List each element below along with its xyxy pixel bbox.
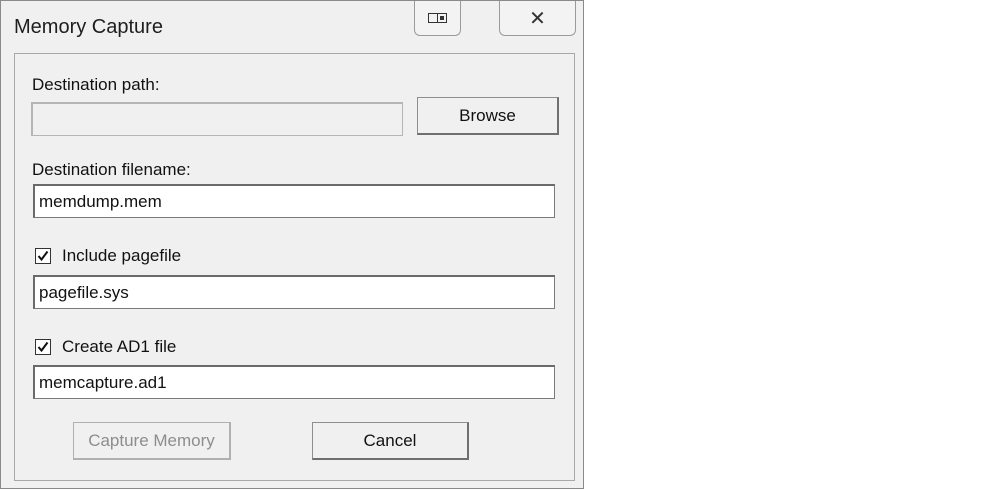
create-ad1-checkbox[interactable] <box>35 339 51 355</box>
title-bar[interactable]: Memory Capture ✕ <box>1 1 583 53</box>
checkmark-icon <box>37 250 49 262</box>
restore-button[interactable] <box>414 1 461 36</box>
close-button[interactable]: ✕ <box>499 1 576 36</box>
checkmark-icon <box>37 341 49 353</box>
destination-path-field[interactable] <box>31 102 403 136</box>
dialog-body: Destination path: Browse Destination fil… <box>14 53 575 481</box>
cancel-button[interactable]: Cancel <box>312 422 469 460</box>
destination-path-label: Destination path: <box>32 75 160 94</box>
ad1-filename-field[interactable]: memcapture.ad1 <box>33 365 555 399</box>
pagefile-field[interactable]: pagefile.sys <box>33 275 555 309</box>
restore-icon <box>428 12 447 24</box>
close-icon: ✕ <box>529 6 546 30</box>
destination-filename-field[interactable]: memdump.mem <box>33 184 555 218</box>
memory-capture-dialog: Memory Capture ✕ Destination path: Brows… <box>0 0 584 489</box>
create-ad1-label[interactable]: Create AD1 file <box>62 337 176 357</box>
destination-filename-label: Destination filename: <box>32 160 191 179</box>
window-title: Memory Capture <box>14 16 163 38</box>
capture-memory-button[interactable]: Capture Memory <box>73 422 231 460</box>
browse-button[interactable]: Browse <box>417 97 559 135</box>
include-pagefile-label[interactable]: Include pagefile <box>62 246 181 266</box>
include-pagefile-checkbox[interactable] <box>35 248 51 264</box>
